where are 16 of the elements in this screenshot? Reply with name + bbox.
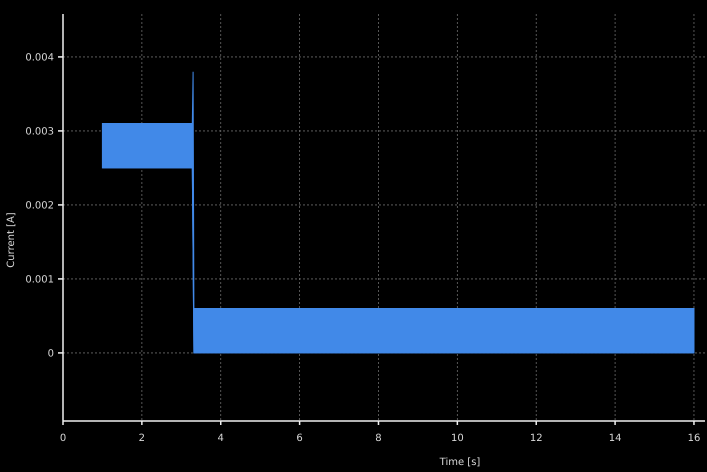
x-axis-title: Time [s]: [440, 457, 480, 468]
y-tick-label: 0.003: [25, 126, 54, 138]
x-tick-label: 10: [450, 433, 464, 444]
x-tick-label: 8: [375, 433, 382, 444]
y-tick-label: 0: [48, 348, 54, 360]
x-tick-label: 4: [218, 433, 224, 444]
x-tick-label: 16: [688, 433, 700, 444]
x-tick-label: 12: [530, 433, 543, 444]
y-axis-title: Current [A]: [6, 212, 17, 268]
x-tick-label: 0: [60, 433, 66, 444]
y-tick-label: 0.001: [25, 274, 54, 286]
x-tick-label: 6: [296, 433, 303, 444]
y-tick-label: 0.002: [25, 200, 54, 212]
y-tick-label: 0.004: [25, 52, 54, 64]
x-tick-label: 2: [138, 433, 146, 444]
x-tick-label: 14: [608, 433, 622, 444]
